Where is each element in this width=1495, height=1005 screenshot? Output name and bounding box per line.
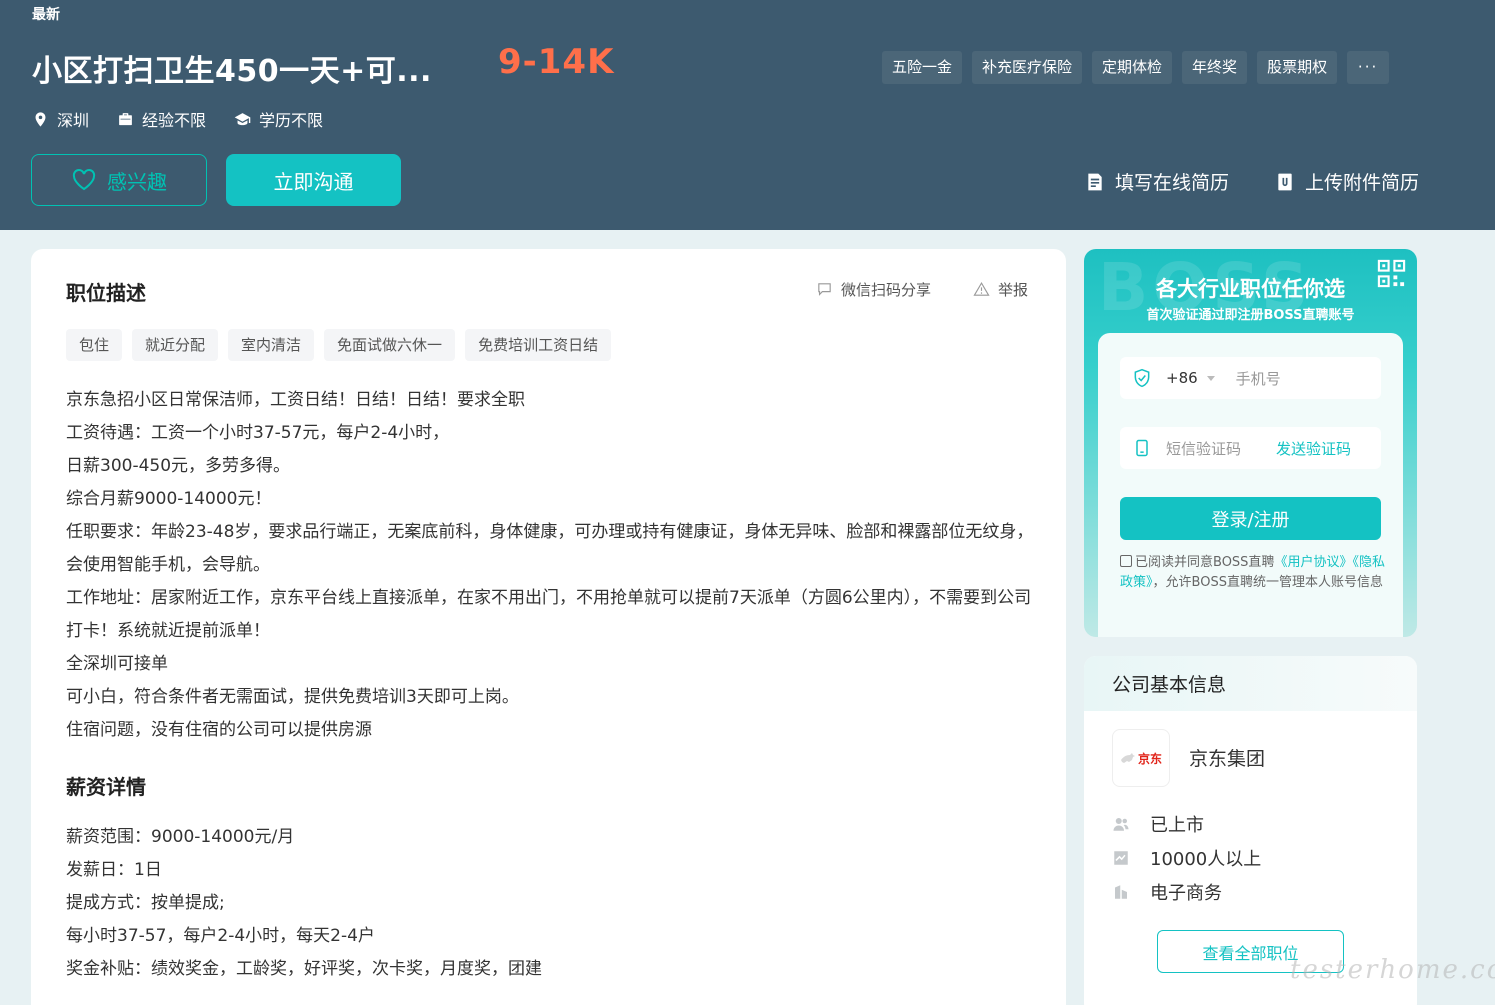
phone-input[interactable]: +86 手机号 (1120, 357, 1381, 399)
briefcase-icon (119, 112, 132, 125)
login-card: BOSS 各大行业职位任你选 首次验证通过即注册BOSS直聘账号 +86 手机号… (1084, 249, 1417, 637)
job-experience: 经验不限 (117, 107, 206, 131)
education-text: 学历不限 (259, 111, 324, 130)
salary-line: 奖金补贴：绩效奖金，工龄奖，好评奖，次卡奖，月度奖，团建 (66, 959, 542, 979)
caret-down-icon (1206, 376, 1215, 381)
heart-icon (72, 169, 96, 191)
resume-doc-icon (1088, 173, 1102, 190)
company-info-title: 公司基本信息 (1084, 656, 1417, 711)
description-line: 可小白，符合条件者无需面试，提供免费培训3天即可上岗。 (66, 687, 519, 707)
qr-code-icon[interactable] (1376, 258, 1407, 289)
upload-resume-link[interactable]: 上传附件简历 (1275, 168, 1419, 195)
shield-check-icon (1134, 368, 1150, 388)
share-label: 微信扫码分享 (841, 281, 932, 299)
send-code-button[interactable]: 发送验证码 (1276, 438, 1351, 459)
sms-code-input[interactable]: 短信验证码 发送验证码 (1120, 427, 1381, 469)
online-resume-label: 填写在线简历 (1115, 172, 1230, 194)
industry-text: 电子商务 (1150, 883, 1222, 904)
job-tags: 包住 就近分配 室内清洁 免面试做六休一 免费培训工资日结 (66, 329, 612, 361)
job-header: 最新 小区打扫卫生450一天+可... 9-14K 五险一金 补充医疗保险 定期… (0, 0, 1495, 230)
job-location: 深圳 (32, 107, 89, 131)
wechat-share-button[interactable]: 微信扫码分享 (816, 279, 931, 300)
country-code-select[interactable]: +86 (1166, 369, 1198, 387)
description-line: 京东急招小区日常保洁师，工资日结！日结！日结！要求全职 (66, 390, 525, 410)
description-line: 全深圳可接单 (66, 654, 168, 674)
chat-bubble-icon (818, 283, 831, 296)
benefit-tag: 年终奖 (1182, 51, 1248, 84)
jd-dog-icon (1120, 753, 1135, 763)
job-education: 学历不限 (234, 107, 323, 131)
salary-line: 每小时37-57，每户2-4小时，每天2-4户 (66, 926, 375, 946)
description-line: 住宿问题，没有住宿的公司可以提供房源 (66, 720, 372, 740)
benefit-tag: 补充医疗保险 (972, 51, 1083, 84)
agree-prefix: 已阅读并同意BOSS直聘 (1135, 555, 1275, 570)
description-line: 日薪300-450元，多劳多得。 (66, 456, 291, 476)
user-agreement-link[interactable]: 《用户协议》 (1274, 555, 1352, 570)
benefit-tag: 股票期权 (1257, 51, 1338, 84)
job-detail-card: 职位描述 微信扫码分享 举报 包住 就近分配 室内清洁 免面试做六休一 免费培训… (31, 249, 1066, 1005)
job-tag: 免费培训工资日结 (465, 329, 612, 361)
benefits-more-button[interactable]: ··· (1347, 51, 1390, 84)
company-info-card: 公司基本信息 京东 京东集团 已上市 10000人以上 电子商务 查看全部职位 (1084, 656, 1417, 1005)
login-register-button[interactable]: 登录/注册 (1120, 497, 1381, 540)
warning-icon (973, 282, 990, 296)
interest-button[interactable]: 感兴趣 (31, 154, 207, 206)
job-tag: 免面试做六休一 (324, 329, 456, 361)
location-pin-icon (35, 111, 46, 127)
company-size: 10000人以上 (1112, 845, 1261, 871)
phone-placeholder: 手机号 (1235, 369, 1281, 388)
job-meta: 深圳 经验不限 学历不限 (32, 107, 323, 131)
report-button[interactable]: 举报 (973, 279, 1028, 300)
job-description-title: 职位描述 (66, 281, 146, 305)
interest-label: 感兴趣 (107, 169, 167, 194)
location-text: 深圳 (57, 111, 90, 130)
company-stage: 已上市 (1112, 811, 1204, 837)
job-salary: 9-14K (498, 42, 615, 82)
job-title: 小区打扫卫生450一天+可... (32, 54, 432, 89)
upload-resume-label: 上传附件简历 (1305, 172, 1420, 194)
salary-line: 薪资范围：9000-14000元/月 (66, 827, 295, 847)
login-title: 各大行业职位任你选 (1156, 277, 1345, 301)
stage-text: 已上市 (1150, 815, 1204, 836)
salary-line: 提成方式：按单提成; (66, 893, 225, 913)
salary-detail-text: 薪资范围：9000-14000元/月 发薪日：1日 提成方式：按单提成; 每小时… (66, 821, 1036, 986)
salary-detail-title: 薪资详情 (66, 775, 146, 799)
agreement-text: 已阅读并同意BOSS直聘《用户协议》《隐私政策》，允许BOSS直聘统一管理本人账… (1120, 553, 1385, 593)
attachment-icon (1278, 173, 1292, 190)
online-resume-link[interactable]: 填写在线简历 (1085, 168, 1229, 195)
company-logo-text: 京东 (1137, 751, 1162, 766)
agree-checkbox[interactable] (1120, 555, 1132, 567)
description-line: 任职要求：年龄23-48岁，要求品行端正，无案底前科，身体健康，可办理或持有健康… (66, 522, 1034, 575)
testerhome-watermark: testerhome.com (1290, 955, 1495, 985)
chart-growth-icon (1114, 851, 1128, 865)
description-line: 综合月薪9000-14000元！ (66, 489, 272, 509)
benefit-tag: 五险一金 (882, 51, 963, 84)
salary-line: 发薪日：1日 (66, 860, 162, 880)
building-icon (1115, 885, 1127, 899)
job-tag: 就近分配 (132, 329, 219, 361)
login-subtitle: 首次验证通过即注册BOSS直聘账号 (1146, 308, 1355, 323)
job-status: 最新 (32, 7, 60, 23)
graduation-cap-icon (234, 112, 251, 125)
experience-text: 经验不限 (142, 111, 207, 130)
description-line: 工资待遇：工资一个小时37-57元，每户2-4小时， (66, 423, 450, 443)
job-description-text: 京东急招小区日常保洁师，工资日结！日结！日结！要求全职 工资待遇：工资一个小时3… (66, 384, 1036, 747)
chat-now-button[interactable]: 立即沟通 (226, 154, 401, 206)
users-icon (1113, 818, 1129, 831)
agree-suffix: ，允许BOSS直聘统一管理本人账号信息 (1152, 575, 1383, 590)
mobile-phone-icon (1136, 439, 1148, 457)
company-name[interactable]: 京东集团 (1189, 744, 1265, 771)
benefit-tag: 定期体检 (1092, 51, 1173, 84)
login-form: +86 手机号 短信验证码 发送验证码 登录/注册 已阅读并同意BOSS直聘《用… (1098, 333, 1403, 637)
report-label: 举报 (998, 281, 1029, 299)
job-tag: 包住 (66, 329, 123, 361)
company-industry: 电子商务 (1112, 879, 1222, 905)
size-text: 10000人以上 (1150, 849, 1262, 870)
company-logo[interactable]: 京东 (1112, 729, 1170, 787)
benefit-tags: 五险一金 补充医疗保险 定期体检 年终奖 股票期权 ··· (882, 51, 1390, 84)
description-line: 工作地址：居家附近工作，京东平台线上直接派单，在家不用出门，不用抢单就可以提前7… (66, 588, 1032, 641)
sms-placeholder: 短信验证码 (1166, 439, 1242, 458)
job-tag: 室内清洁 (228, 329, 315, 361)
